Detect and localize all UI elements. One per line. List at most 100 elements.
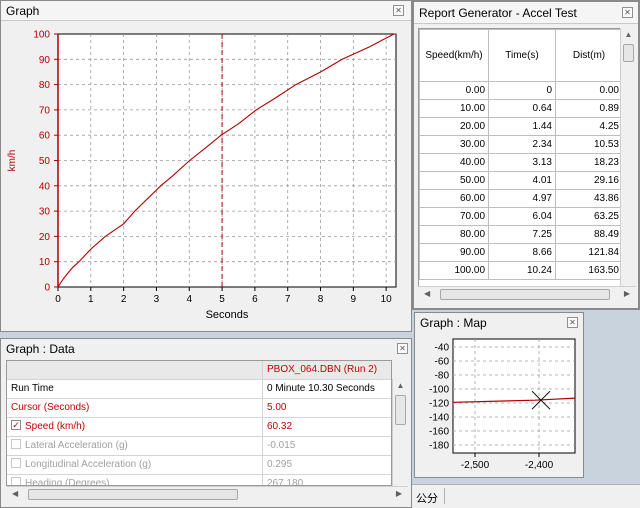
scroll-thumb[interactable] [440, 289, 610, 300]
data-row-heading: Heading (Degrees) 267.180 [7, 475, 391, 486]
data-panel: Graph : Data ✕ PBOX_064.DBN (Run 2) Run … [0, 338, 412, 508]
report-cell: 30.00 [419, 135, 490, 154]
scroll-thumb[interactable] [623, 44, 634, 62]
row-label-wrap: ✓ Speed (km/h) [7, 418, 263, 436]
map-chart[interactable]: -40 -60 -80 -100 -120 -140 -160 -180 -2,500 -2,40… [415, 335, 583, 477]
close-icon[interactable]: ✕ [393, 5, 404, 16]
row-label-wrap: Heading (Degrees) [7, 475, 263, 486]
x-tick-label: 9 [351, 294, 357, 305]
checkbox-icon[interactable] [11, 439, 21, 450]
report-cell: 4.97 [488, 189, 556, 208]
map-panel: Graph : Map ✕ -40 -60 -80 -100 -120 -140 -160-… [414, 312, 584, 478]
column-header-dist[interactable]: Dist(m) [555, 29, 621, 82]
x-tick-label: 5 [219, 294, 225, 305]
y-tick-label: 70 [39, 105, 51, 116]
report-horizontal-scrollbar[interactable]: ◀ ▶ [418, 286, 636, 302]
x-tick-label: 7 [285, 294, 291, 305]
report-cell: 0.00 [419, 81, 490, 100]
report-row[interactable]: 90.00 8.66 121.84 [419, 243, 621, 262]
y-tick-label: 40 [39, 181, 51, 192]
report-vertical-scrollbar[interactable]: ▲ [620, 28, 636, 286]
report-row[interactable]: 60.00 4.97 43.86 [419, 189, 621, 208]
report-row[interactable]: 80.00 7.25 88.49 [419, 225, 621, 244]
scroll-up-icon[interactable]: ▲ [393, 381, 408, 390]
checkmark-icon[interactable]: ✓ [11, 420, 21, 431]
data-row-run-time: Run Time 0 Minute 10.30 Seconds [7, 380, 391, 399]
y-tick-label: 60 [39, 131, 51, 142]
x-tick-label: 3 [154, 294, 160, 305]
graph-panel-title: Graph [6, 4, 40, 18]
data-title: Graph : Data [6, 342, 75, 356]
report-row[interactable]: 20.00 1.44 4.25 [419, 117, 621, 136]
scroll-right-icon[interactable]: ▶ [396, 489, 402, 498]
row-value: -0.015 [267, 440, 296, 451]
report-cell: 121.84 [555, 243, 621, 262]
row-label: Heading (Degrees) [25, 478, 110, 486]
column-header-speed[interactable]: Speed(km/h) [419, 29, 490, 82]
report-row[interactable]: 10.00 0.64 0.89 [419, 99, 621, 118]
checkbox-icon[interactable] [11, 477, 21, 485]
checkbox-icon[interactable] [11, 458, 21, 469]
report-row[interactable]: 0.00 0 0.00 [419, 81, 621, 100]
scroll-thumb[interactable] [395, 395, 406, 425]
report-cell: 7.25 [488, 225, 556, 244]
scroll-left-icon[interactable]: ◀ [424, 289, 430, 298]
x-tick-label: 6 [252, 294, 258, 305]
map-titlebar: Graph : Map [415, 313, 583, 333]
row-label-wrap: Longitudinal Acceleration (g) [7, 456, 263, 474]
report-cell: 6.04 [488, 207, 556, 226]
x-tick-label: 2 [121, 294, 127, 305]
data-horizontal-scrollbar[interactable]: ◀ ▶ [6, 486, 408, 502]
row-value: 60.32 [267, 421, 293, 432]
speed-graph[interactable]: 0 1 2 3 4 5 6 7 8 9 100102030405060708090100Second… [1, 22, 411, 332]
map-y-tick-label: -40 [435, 343, 450, 354]
report-row[interactable]: 70.00 6.04 63.25 [419, 207, 621, 226]
report-cell: 1.44 [488, 117, 556, 136]
report-row[interactable]: 30.00 2.34 10.53 [419, 135, 621, 154]
scroll-left-icon[interactable]: ◀ [12, 489, 18, 498]
row-value: 5.00 [267, 402, 287, 413]
scroll-up-icon[interactable]: ▲ [621, 30, 636, 39]
column-header-time[interactable]: Time(s) [488, 29, 556, 82]
report-cell: 0.00 [555, 81, 621, 100]
report-cell: 63.25 [555, 207, 621, 226]
y-tick-label: 30 [39, 207, 51, 218]
report-cell: 40.00 [419, 153, 490, 172]
map-y-tick-label: -80 [435, 371, 450, 382]
report-cell: 8.66 [488, 243, 556, 262]
x-tick-label: 10 [381, 294, 393, 305]
row-value: 0 Minute 10.30 Seconds [267, 383, 375, 394]
report-cell: 10.53 [555, 135, 621, 154]
data-table: PBOX_064.DBN (Run 2) Run Time 0 Minute 1… [6, 360, 392, 486]
close-icon[interactable]: ✕ [567, 317, 578, 328]
y-tick-label: 20 [39, 232, 51, 243]
x-tick-label: 0 [55, 294, 61, 305]
report-row[interactable]: 100.00 10.24 163.50 [419, 261, 621, 280]
report-row[interactable]: 50.00 4.01 29.16 [419, 171, 621, 190]
map-x-tick-label: -2,500 [461, 460, 490, 471]
row-label: Lateral Acceleration (g) [25, 440, 128, 451]
close-icon[interactable]: ✕ [397, 343, 408, 354]
scroll-thumb[interactable] [28, 489, 238, 500]
x-tick-label: 1 [88, 294, 94, 305]
map-y-tick-label: -60 [435, 357, 450, 368]
report-row[interactable]: 40.00 3.13 18.23 [419, 153, 621, 172]
row-value: 267.180 [267, 478, 304, 486]
report-cell: 60.00 [419, 189, 490, 208]
map-plot-area [452, 338, 576, 454]
report-cell: 163.50 [555, 261, 621, 280]
data-row-lateral: Lateral Acceleration (g) -0.015 [7, 437, 391, 456]
report-cell: 0.64 [488, 99, 556, 118]
data-header-blank [7, 361, 263, 379]
report-titlebar: Report Generator - Accel Test [414, 2, 638, 24]
data-vertical-scrollbar[interactable]: ▲ [392, 379, 408, 486]
report-cell: 80.00 [419, 225, 490, 244]
close-icon[interactable]: ✕ [622, 7, 633, 18]
y-tick-label: 0 [44, 283, 50, 294]
report-table-viewport: Speed(km/h) Time(s) Dist(m) 0.00 0 0.00 10.… [418, 28, 622, 288]
scroll-right-icon[interactable]: ▶ [624, 289, 630, 298]
y-axis-label: km/h [7, 150, 18, 172]
status-bar: 公分 [412, 484, 640, 508]
row-label: Run Time [7, 380, 263, 398]
graph-panel: Graph ✕ 0 1 2 3 4 5 6 7 8 9 10 0 10 20 30 40 50 60 70 80 90 1… [0, 0, 412, 332]
